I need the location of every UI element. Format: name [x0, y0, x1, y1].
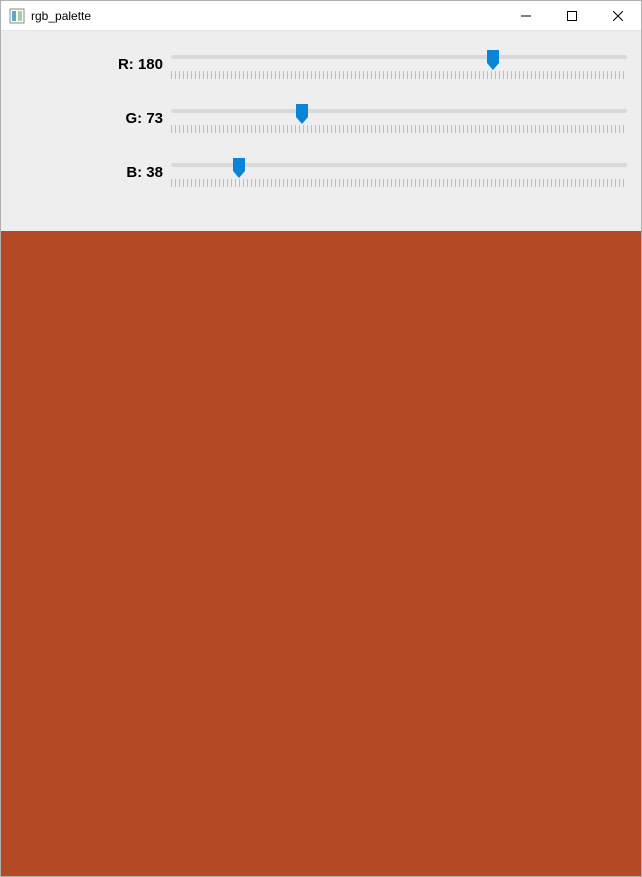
app-icon	[9, 8, 25, 24]
slider-thumb[interactable]	[232, 157, 246, 179]
slider-ticks	[171, 125, 627, 133]
titlebar: rgb_palette	[1, 1, 641, 31]
slider-r[interactable]	[171, 49, 635, 79]
color-swatch	[1, 231, 641, 876]
slider-ticks	[171, 179, 627, 187]
slider-track	[171, 109, 627, 113]
slider-row-g: G: 73	[7, 93, 635, 143]
slider-row-r: R: 180	[7, 39, 635, 89]
slider-thumb[interactable]	[486, 49, 500, 71]
app-window: rgb_palette R: 180	[0, 0, 642, 877]
slider-ticks	[171, 71, 627, 79]
slider-track	[171, 163, 627, 167]
slider-panel: R: 180 G: 73	[1, 31, 641, 231]
slider-b[interactable]	[171, 157, 635, 187]
label-g: G: 73	[7, 110, 171, 127]
label-r: R: 180	[7, 56, 171, 73]
minimize-button[interactable]	[503, 1, 549, 31]
window-title: rgb_palette	[31, 9, 91, 23]
slider-row-b: B: 38	[7, 147, 635, 197]
label-b: B: 38	[7, 164, 171, 181]
close-button[interactable]	[595, 1, 641, 31]
slider-track	[171, 55, 627, 59]
slider-g[interactable]	[171, 103, 635, 133]
client-area: R: 180 G: 73	[1, 31, 641, 876]
slider-thumb[interactable]	[295, 103, 309, 125]
maximize-button[interactable]	[549, 1, 595, 31]
